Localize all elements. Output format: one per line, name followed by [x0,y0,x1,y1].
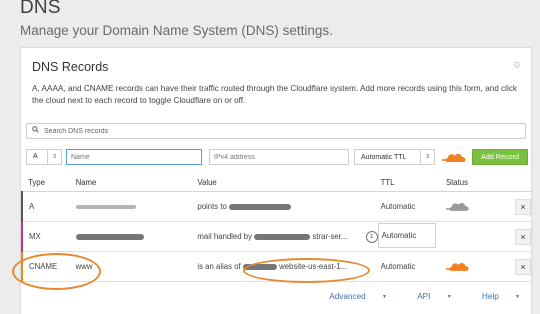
page-subtitle: Manage your Domain Name System (DNS) set… [20,23,333,38]
record-name[interactable] [75,191,198,222]
redacted-text [242,263,277,270]
record-status [445,221,515,252]
record-value-prefix: mail handled by [197,232,252,241]
search-box [26,123,526,139]
api-link[interactable]: API ▼ [403,292,451,301]
record-value[interactable]: mail handled by strar-ser... 1 [197,221,381,252]
cloud-proxied-icon[interactable] [445,259,472,273]
card-title: DNS Records [32,60,109,74]
card-collapse-icon[interactable]: ⚙ [513,60,521,71]
header-name: Name [75,174,198,192]
record-ttl[interactable]: Automatic [380,191,446,222]
card-description: A, AAAA, and CNAME records can have thei… [32,84,517,105]
cloud-dns-only-icon[interactable] [445,199,472,213]
caret-down-icon: ▼ [381,294,387,300]
record-actions: × [515,221,531,252]
advanced-link-label: Advanced [329,292,366,301]
record-type: MX [21,221,76,252]
redacted-text [229,203,292,210]
search-input[interactable] [44,124,514,138]
api-link-label: API [417,292,431,301]
delete-record-button[interactable]: × [515,228,531,245]
record-value-suffix: website-us-east-1... [279,262,348,271]
advanced-link[interactable]: Advanced ▼ [315,292,387,301]
delete-record-button[interactable]: × [515,198,531,215]
dns-records-table: Type Name Value TTL Status A points to A… [21,174,531,282]
redacted-text [75,233,144,240]
add-record-button[interactable]: Add Record [472,149,528,165]
ttl-box[interactable]: Automatic [377,223,436,248]
delete-record-button[interactable]: × [515,258,531,275]
ttl-select-value: Automatic TTL [361,153,407,161]
help-link[interactable]: Help ▼ [468,292,520,301]
table-header-row: Type Name Value TTL Status [22,174,531,192]
header-value: Value [197,174,381,192]
add-record-form: A ⇕ Automatic TTL ⇕ Add Record [26,149,528,165]
record-status[interactable] [445,251,515,282]
page-title: DNS [20,0,61,18]
redacted-text [254,233,311,240]
record-actions: × [515,251,531,282]
help-link-label: Help [481,292,499,301]
mx-priority-badge: 1 [365,231,378,243]
name-input[interactable] [66,149,202,165]
select-arrows-icon: ⇕ [47,150,61,164]
record-name[interactable]: www [75,251,198,282]
table-row: A points to Automatic × [21,191,531,222]
search-icon [32,126,39,133]
header-type: Type [22,174,76,192]
ttl-select[interactable]: Automatic TTL ⇕ [354,149,435,165]
record-type: CNAME [21,251,76,282]
caret-down-icon: ▼ [515,294,520,300]
ipv4-address-input[interactable] [209,149,349,165]
cloud-proxy-toggle-icon[interactable] [442,150,469,164]
redacted-text [75,204,136,209]
record-value-prefix: is an alias of [197,262,241,271]
footer-links: Advanced ▼ API ▼ Help ▼ [301,292,520,301]
record-value[interactable]: is an alias of website-us-east-1... [197,251,381,282]
record-value[interactable]: points to [197,191,381,222]
select-arrows-icon: ⇕ [420,150,434,164]
caret-down-icon: ▼ [446,294,452,300]
table-row: CNAME www is an alias of website-us-east… [21,251,531,282]
table-row: MX mail handled by strar-ser... 1 Automa… [21,221,531,252]
record-ttl[interactable]: Automatic [380,251,446,282]
record-ttl-value: Automatic [381,231,417,240]
record-type-select[interactable]: A ⇕ [26,149,62,165]
header-status: Status [445,174,515,192]
record-actions: × [515,191,531,222]
record-value-suffix: strar-ser... [312,232,348,241]
record-ttl[interactable]: Automatic [377,221,446,252]
dns-records-card: ⚙ DNS Records A, AAAA, and CNAME records… [20,47,532,314]
record-type: A [21,191,76,222]
record-value-prefix: points to [197,202,227,211]
record-name[interactable] [75,221,198,252]
record-type-value: A [33,153,38,160]
header-actions [515,174,531,192]
header-ttl: TTL [380,174,446,192]
record-status[interactable] [445,191,515,222]
